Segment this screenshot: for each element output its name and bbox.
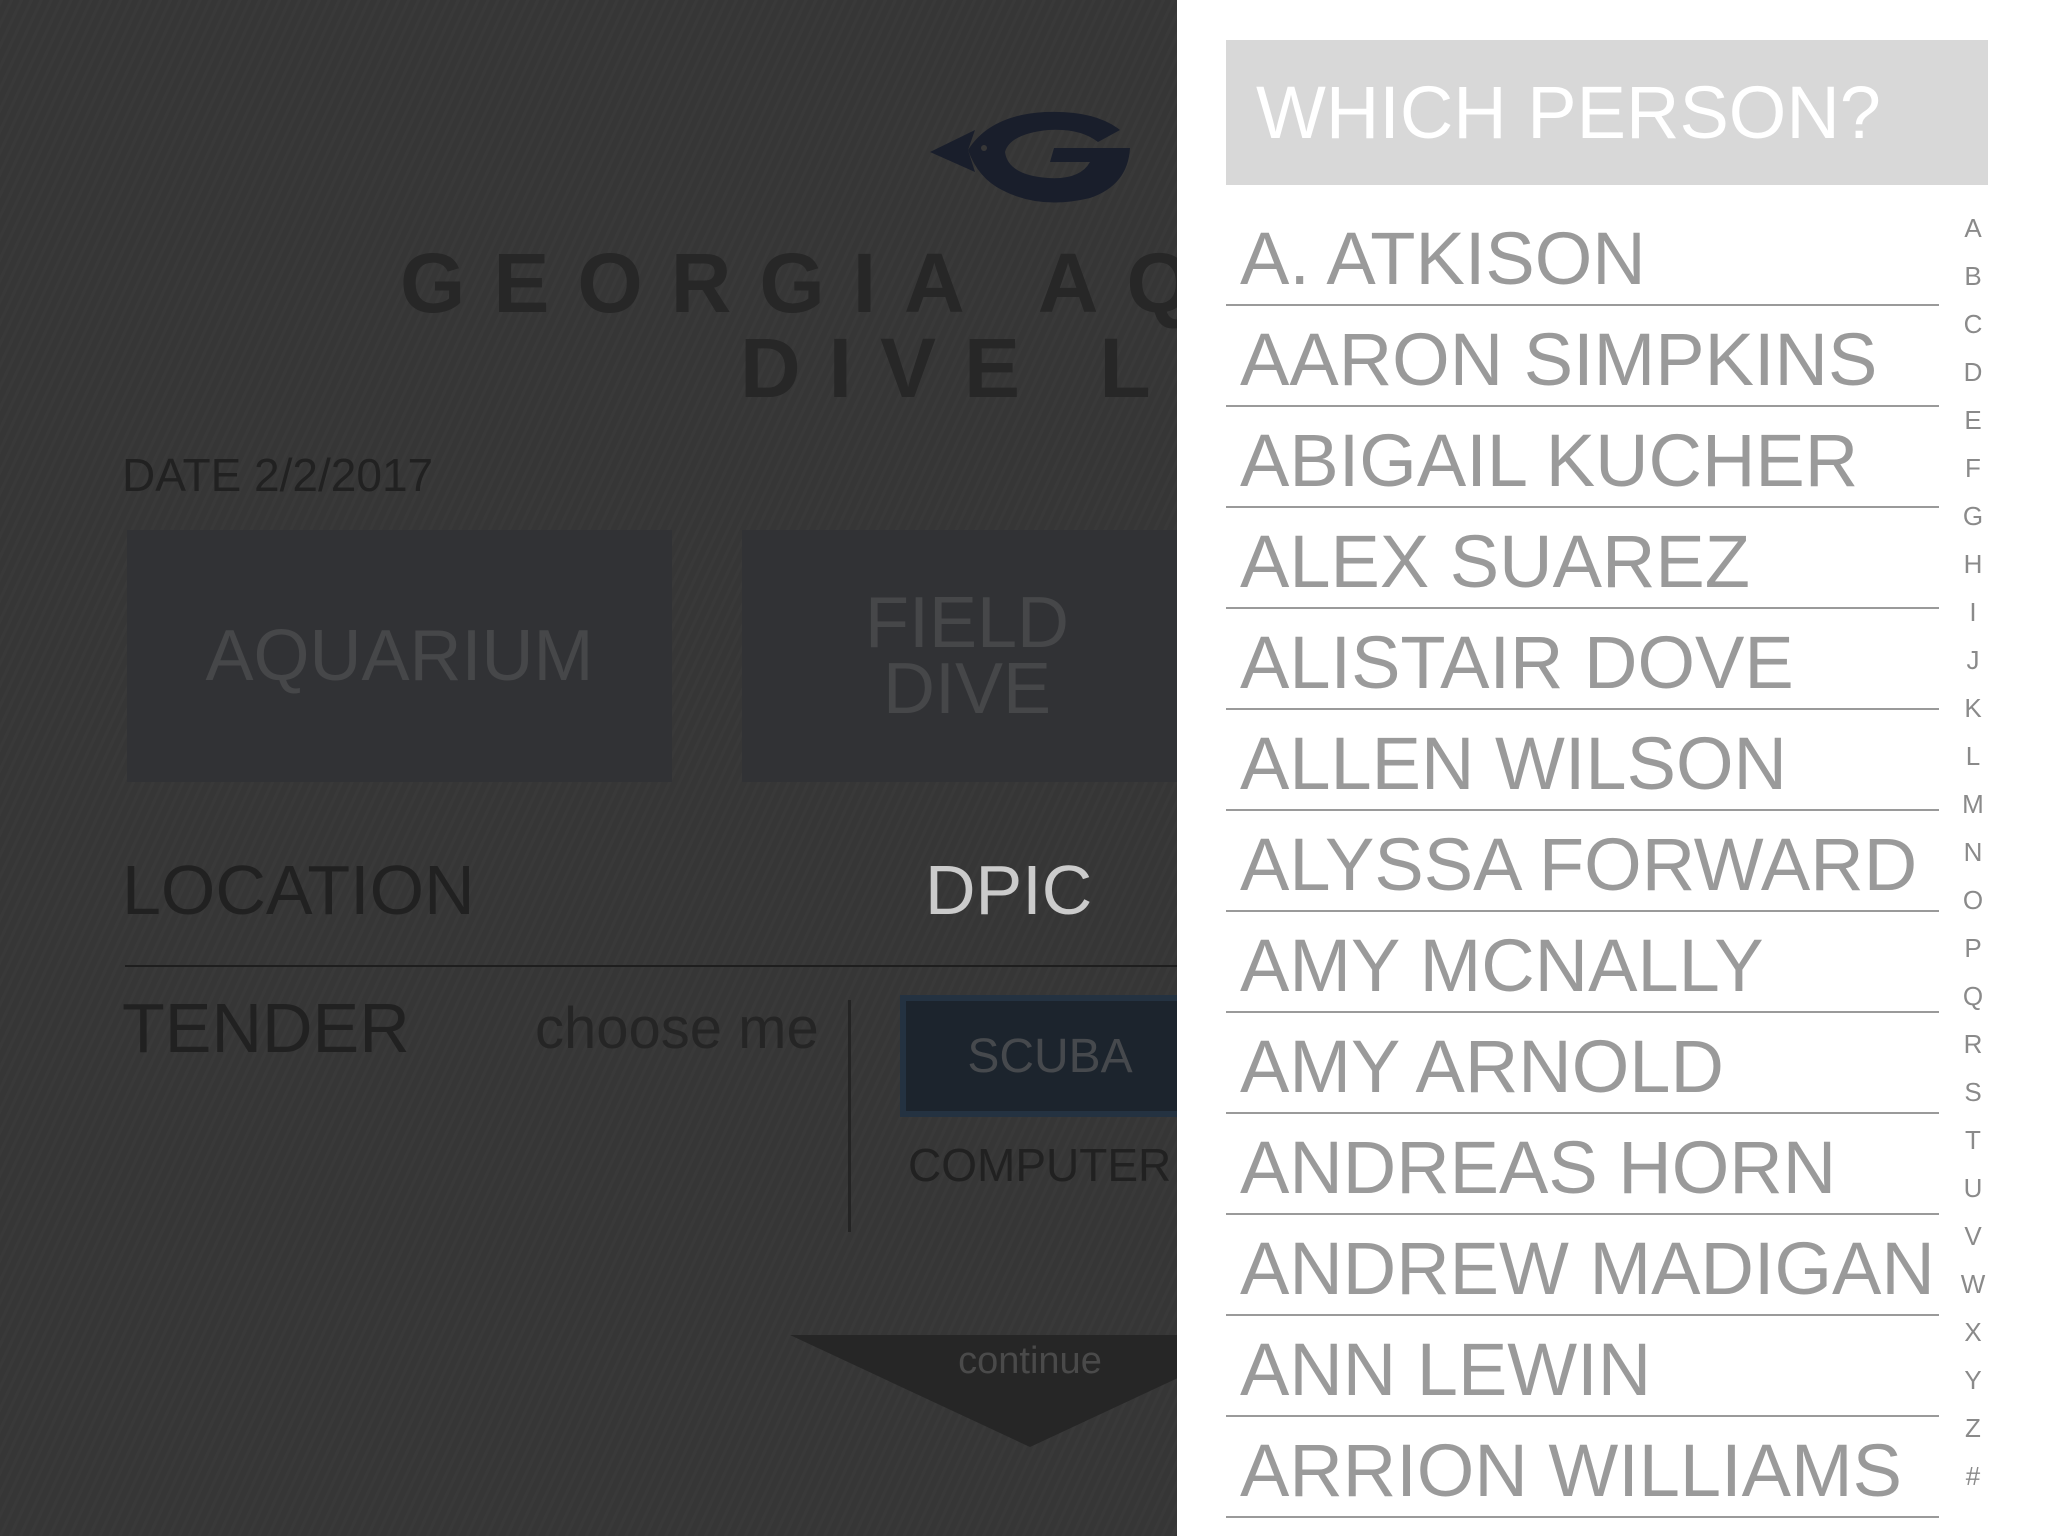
alphabet-index-letter[interactable]: V — [1953, 1216, 1993, 1264]
alphabet-index-letter[interactable]: Q — [1953, 976, 1993, 1024]
alphabet-index-letter[interactable]: R — [1953, 1024, 1993, 1072]
alphabet-index-letter[interactable]: X — [1953, 1312, 1993, 1360]
alphabet-index-letter[interactable]: I — [1953, 592, 1993, 640]
alphabet-index-letter[interactable]: # — [1953, 1456, 1993, 1504]
alphabet-index-letter[interactable]: A — [1953, 208, 1993, 256]
person-list-item[interactable]: ANN LEWIN — [1226, 1316, 1939, 1417]
person-list-item[interactable]: A. ATKISON — [1226, 205, 1939, 306]
alphabet-index-letter[interactable]: C — [1953, 304, 1993, 352]
panel-header: WHICH PERSON? — [1226, 40, 1988, 185]
alphabet-index-letter[interactable]: U — [1953, 1168, 1993, 1216]
alphabet-index-letter[interactable]: B — [1953, 256, 1993, 304]
modal-backdrop[interactable] — [0, 0, 1177, 1536]
alphabet-index-letter[interactable]: G — [1953, 496, 1993, 544]
alphabet-index-letter[interactable]: Y — [1953, 1360, 1993, 1408]
person-list-item[interactable]: AARON SIMPKINS — [1226, 306, 1939, 407]
alphabet-index-letter[interactable]: W — [1953, 1264, 1993, 1312]
person-list-item[interactable]: ARRION WILLIAMS — [1226, 1417, 1939, 1518]
alphabet-index-letter[interactable]: F — [1953, 448, 1993, 496]
alphabet-index-letter[interactable]: J — [1953, 640, 1993, 688]
alphabet-index-letter[interactable]: Z — [1953, 1408, 1993, 1456]
alphabet-index-letter[interactable]: E — [1953, 400, 1993, 448]
alphabet-index-letter[interactable]: T — [1953, 1120, 1993, 1168]
person-list-item[interactable]: ABIGAIL KUCHER — [1226, 407, 1939, 508]
person-list: A. ATKISON AARON SIMPKINS ABIGAIL KUCHER AL… — [1226, 205, 1939, 1518]
person-list-item[interactable]: ANDREW MADIGAN — [1226, 1215, 1939, 1316]
app-screen: GEORGIA AQ DIVE LO DATE 2/2/2017 AQUARIU… — [0, 0, 2048, 1536]
person-list-item[interactable]: AMY MCNALLY — [1226, 912, 1939, 1013]
alphabet-index-letter[interactable]: D — [1953, 352, 1993, 400]
person-list-item[interactable]: ALYSSA FORWARD — [1226, 811, 1939, 912]
alphabet-index: A B C D E F G H I J K L M N O P Q R S T U V W X Y Z # — [1953, 208, 1993, 1504]
alphabet-index-letter[interactable]: N — [1953, 832, 1993, 880]
alphabet-index-letter[interactable]: L — [1953, 736, 1993, 784]
alphabet-index-letter[interactable]: K — [1953, 688, 1993, 736]
alphabet-index-letter[interactable]: M — [1953, 784, 1993, 832]
person-list-item[interactable]: ALISTAIR DOVE — [1226, 609, 1939, 710]
panel-title: WHICH PERSON? — [1256, 71, 1881, 154]
person-picker-panel: WHICH PERSON? A. ATKISON AARON SIMPKINS AB… — [1177, 0, 2048, 1536]
alphabet-index-letter[interactable]: P — [1953, 928, 1993, 976]
alphabet-index-letter[interactable]: H — [1953, 544, 1993, 592]
person-list-item[interactable]: ANDREAS HORN — [1226, 1114, 1939, 1215]
person-list-item[interactable]: ALEX SUAREZ — [1226, 508, 1939, 609]
person-list-item[interactable]: ALLEN WILSON — [1226, 710, 1939, 811]
alphabet-index-letter[interactable]: O — [1953, 880, 1993, 928]
person-list-item[interactable]: AMY ARNOLD — [1226, 1013, 1939, 1114]
alphabet-index-letter[interactable]: S — [1953, 1072, 1993, 1120]
